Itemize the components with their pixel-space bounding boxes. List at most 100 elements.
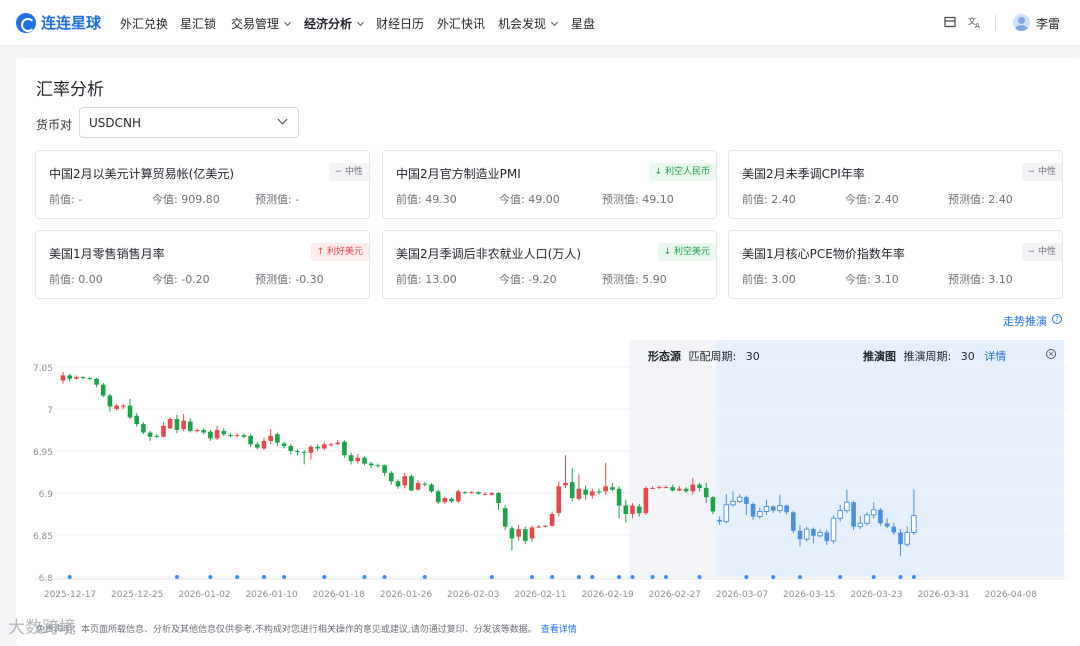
nav-item-4[interactable]: 财经日历 — [376, 15, 424, 32]
forecast-value: 预测值: -0.30 — [255, 271, 324, 287]
y-tick-label: 7 — [47, 406, 53, 416]
projection-candle — [837, 510, 843, 519]
candle-body — [543, 525, 548, 527]
candle-body — [315, 446, 320, 449]
candle-body — [261, 440, 267, 449]
candle-body — [703, 487, 709, 498]
projection-candle — [797, 530, 803, 540]
candle-body — [234, 435, 240, 437]
brand-logo[interactable]: 连连星球 — [16, 12, 101, 33]
candle-body — [563, 482, 568, 486]
candle-body — [228, 435, 233, 437]
event-dot — [208, 575, 213, 579]
prev-number: 49.30 — [425, 193, 457, 206]
candle-body — [134, 415, 139, 425]
impact-tag-label: 利好美元 — [326, 247, 363, 257]
candle-body — [429, 484, 434, 492]
indicator-card[interactable]: 美国1月零售销售月率 ↑ 利好美元 前值: 0.00 今值: -0.20 预测值: -0… — [35, 230, 370, 299]
projection-candle — [817, 532, 823, 537]
candle-body — [127, 405, 133, 418]
forecast-number: 5.90 — [642, 273, 667, 286]
indicator-card[interactable]: 中国2月官方制造业PMI ↓ 利空人民币 前值: 49.30 今值: 49.00 预测值… — [382, 150, 717, 219]
projection-candle — [884, 523, 890, 527]
pair-select[interactable]: USDCNH — [79, 107, 299, 138]
event-dot — [911, 575, 916, 579]
candle-body — [657, 487, 662, 489]
projection-candle — [803, 528, 810, 540]
chevron-down-icon — [550, 18, 559, 27]
user-name[interactable]: 李雷 — [1036, 15, 1060, 32]
curr-value: 今值: 2.40 — [845, 191, 899, 207]
nav-item-3[interactable]: 经济分析 — [304, 15, 365, 32]
candle-body — [650, 487, 655, 489]
projection-candle — [830, 517, 837, 542]
layout-icon[interactable] — [944, 16, 956, 31]
close-icon[interactable]: × — [1046, 349, 1056, 359]
indicator-card[interactable]: 美国2月季调后非农就业人口(万人) ↓ 利空美元 前值: 13.00 今值: -9.2… — [382, 230, 717, 299]
prev-value: 前值: - — [49, 191, 82, 207]
forecast-value: 预测值: 2.40 — [948, 191, 1013, 207]
candle-body — [630, 505, 635, 514]
impact-tag: ↓ 利空人民币 — [648, 163, 716, 181]
indicator-card[interactable]: 美国2月未季调CPI年率 − 中性 前值: 2.40 今值: 2.40 预测值: 2.4… — [728, 150, 1063, 219]
prev-label: 前值: — [396, 273, 422, 286]
y-tick-label: 7.05 — [33, 364, 53, 374]
event-dot — [489, 575, 494, 579]
impact-dash-icon: − — [1027, 247, 1036, 257]
avatar[interactable] — [1013, 14, 1030, 31]
indicator-card[interactable]: 美国1月核心PCE物价指数年率 − 中性 前值: 3.00 今值: 3.10 预测值: … — [728, 230, 1063, 299]
candle-body — [569, 482, 575, 499]
candle-body — [214, 430, 220, 439]
candle-body — [375, 465, 381, 467]
top-nav: 连连星球 外汇兑换 星汇锁 交易管理 经济分析 财经日历 外汇快讯 机会发现 星盘 文A 李雷 — [0, 0, 1080, 46]
candle-body — [456, 491, 461, 502]
candle-body — [677, 488, 682, 491]
x-tick-label: 2026-03-15 — [783, 590, 835, 600]
projection-period-value: 30 — [960, 350, 975, 363]
candle-body — [496, 493, 501, 504]
prev-value: 前值: 0.00 — [49, 271, 103, 287]
event-dot — [871, 575, 876, 579]
pair-select-value: USDCNH — [89, 116, 142, 130]
disclaimer-detail-link[interactable]: 查看详情 — [541, 625, 577, 635]
curr-value: 今值: 3.10 — [845, 271, 899, 287]
translate-icon[interactable]: 文A — [968, 16, 981, 31]
candle-body — [663, 487, 669, 489]
nav-item-2[interactable]: 交易管理 — [231, 15, 292, 32]
prev-number: 0.00 — [78, 273, 103, 286]
help-icon[interactable]: ? — [1052, 314, 1062, 324]
candle-body — [107, 395, 113, 407]
page-title: 汇率分析 — [36, 80, 104, 100]
candle-body — [368, 463, 374, 466]
svg-text:A: A — [975, 22, 980, 28]
candle-body — [462, 492, 468, 494]
nav-item-label: 经济分析 — [304, 17, 353, 31]
nav-item-0[interactable]: 外汇兑换 — [120, 15, 168, 32]
x-tick-label: 2026-03-07 — [716, 590, 768, 600]
indicator-card[interactable]: 中国2月以美元计算贸易帐(亿美元) − 中性 前值: - 今值: 909.80 预测值:… — [35, 150, 370, 219]
forecast-label: 预测值: — [255, 273, 292, 286]
nav-item-7[interactable]: 星盘 — [571, 15, 595, 32]
impact-down-arrow-icon: ↓ — [663, 247, 672, 257]
projection-detail-link[interactable]: 详情 — [984, 350, 1006, 363]
event-dot — [235, 575, 240, 579]
projection-candle — [891, 526, 897, 533]
candle-body — [288, 445, 294, 451]
event-dot — [617, 575, 622, 579]
x-tick-label: 2026-02-19 — [581, 590, 634, 600]
chevron-down-icon — [277, 114, 288, 125]
nav-item-6[interactable]: 机会发现 — [498, 15, 559, 32]
nav-item-5[interactable]: 外汇快讯 — [437, 15, 485, 32]
event-dot — [697, 575, 702, 579]
candle-body — [536, 526, 541, 528]
candle-body — [241, 435, 247, 437]
trend-projection-link[interactable]: 走势推演 — [1003, 313, 1047, 329]
candle-body — [167, 419, 173, 429]
candle-body — [308, 446, 314, 453]
nav-item-1[interactable]: 星汇锁 — [180, 15, 216, 32]
projection-candle — [744, 497, 749, 504]
candle-body — [643, 487, 649, 514]
candle-body — [710, 497, 716, 512]
impact-tag-label: 利空人民币 — [664, 167, 710, 177]
candle-body — [596, 491, 602, 493]
